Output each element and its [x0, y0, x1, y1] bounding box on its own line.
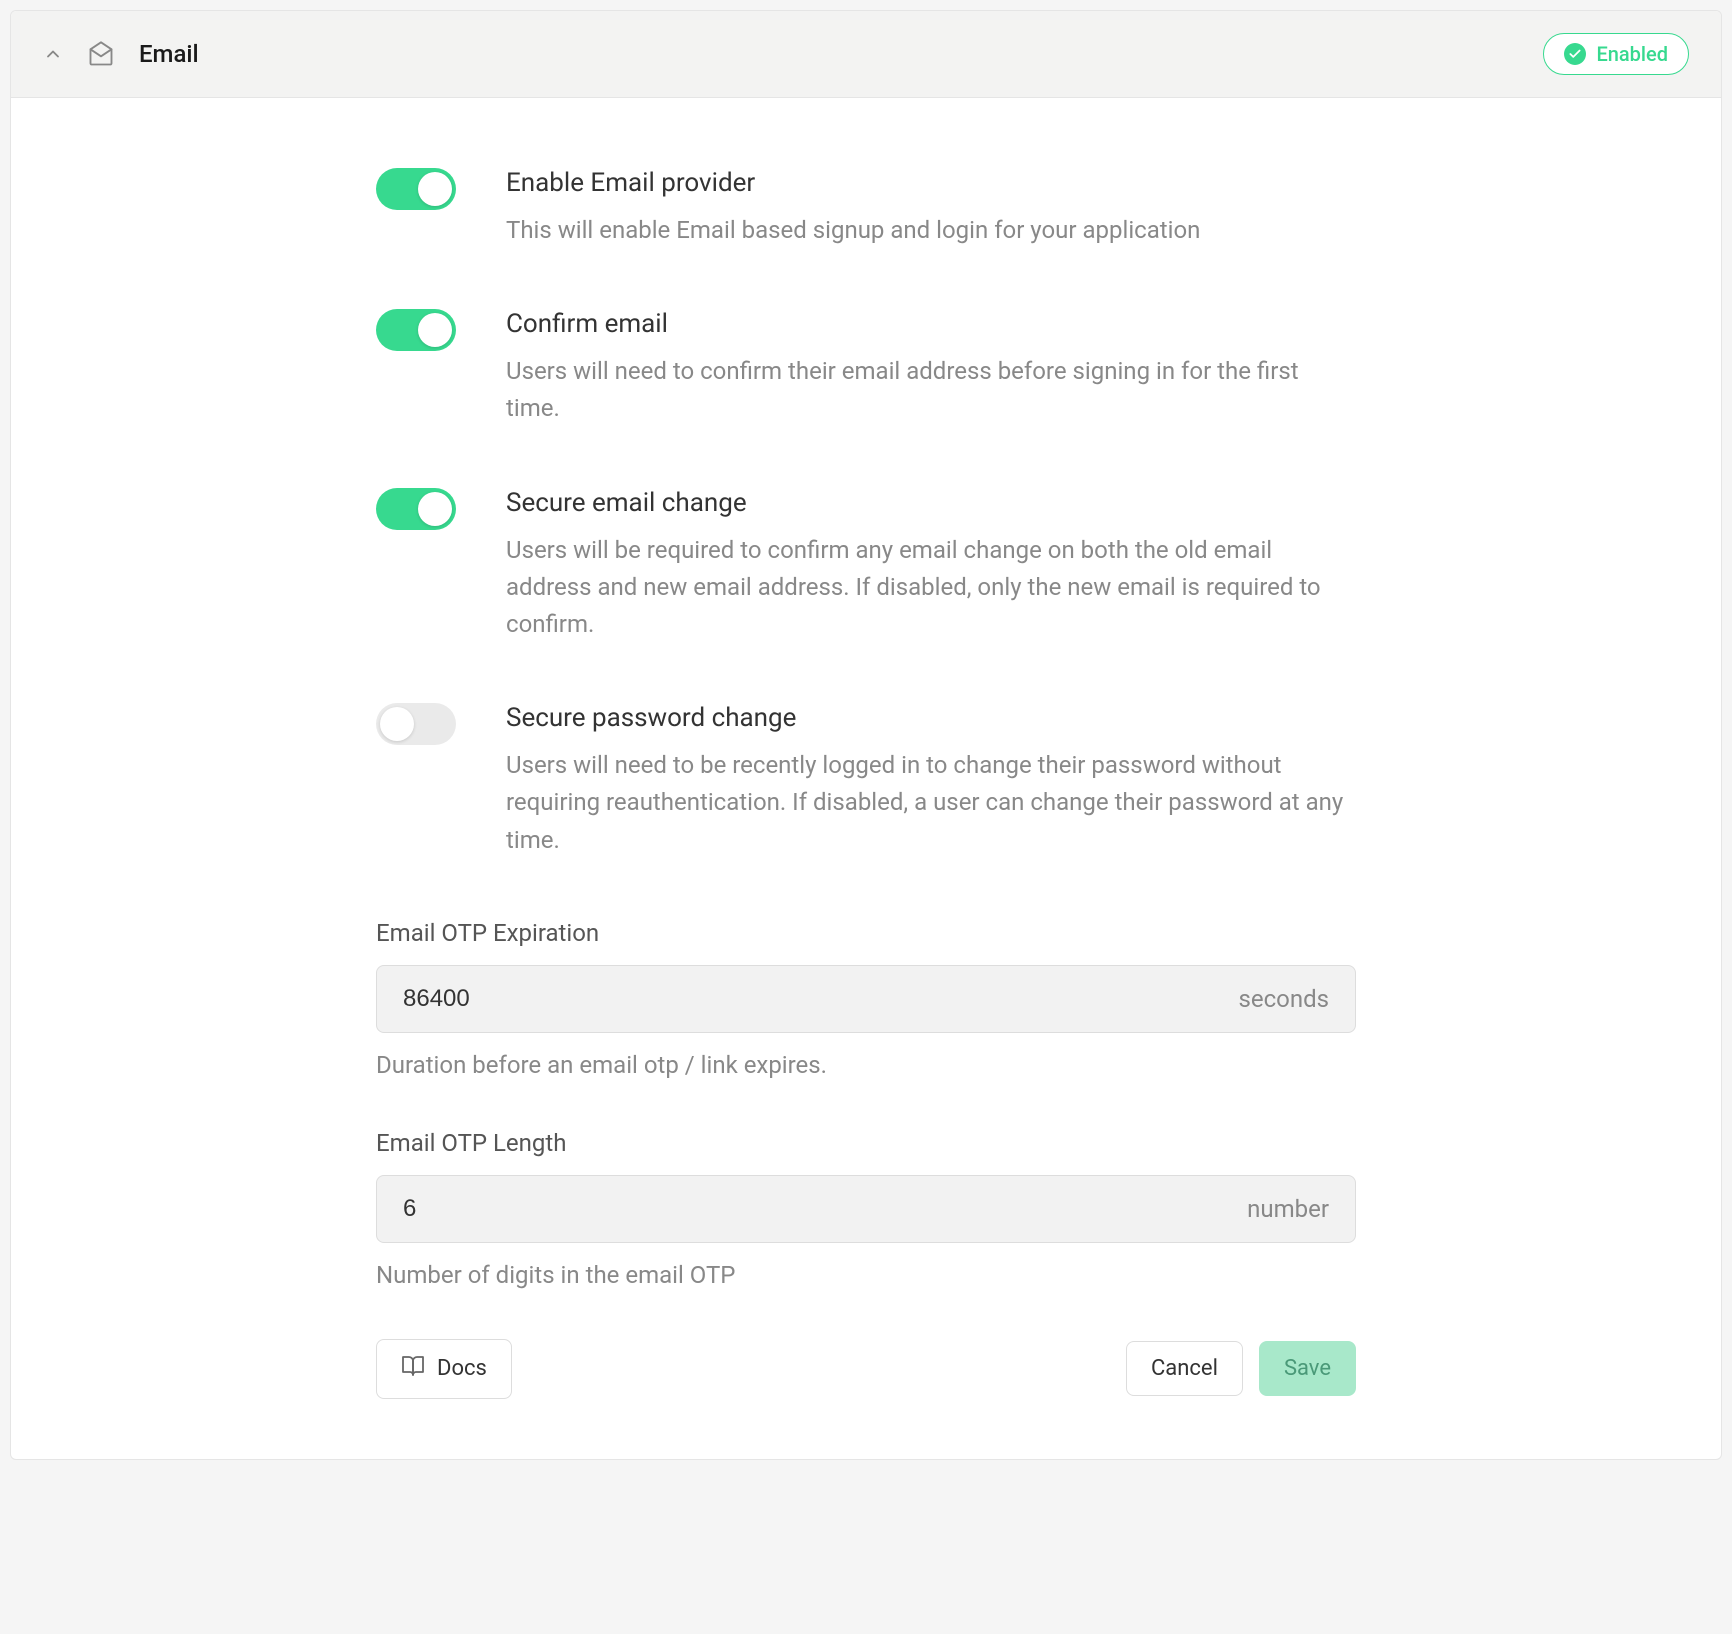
- panel-title: Email: [139, 40, 199, 68]
- setting-title: Enable Email provider: [506, 168, 1356, 198]
- status-badge: Enabled: [1543, 33, 1689, 75]
- email-settings-panel: Email Enabled Enable Email provider This…: [10, 10, 1722, 1460]
- toggle-enable-email-provider[interactable]: [376, 168, 456, 210]
- setting-secure-password-change: Secure password change Users will need t…: [376, 703, 1356, 859]
- field-label: Email OTP Expiration: [376, 919, 1356, 947]
- field-otp-expiration: Email OTP Expiration seconds Duration be…: [376, 919, 1356, 1079]
- setting-description: Users will be required to confirm any em…: [506, 532, 1356, 644]
- header-left: Email: [43, 40, 199, 68]
- setting-description: Users will need to be recently logged in…: [506, 747, 1356, 859]
- field-label: Email OTP Length: [376, 1129, 1356, 1157]
- save-button[interactable]: Save: [1259, 1341, 1356, 1396]
- setting-description: This will enable Email based signup and …: [506, 212, 1356, 249]
- setting-title: Secure password change: [506, 703, 1356, 733]
- status-label: Enabled: [1596, 42, 1668, 66]
- field-helper: Number of digits in the email OTP: [376, 1261, 1356, 1289]
- docs-button[interactable]: Docs: [376, 1339, 512, 1399]
- input-suffix: number: [1247, 1195, 1329, 1223]
- toggle-confirm-email[interactable]: [376, 309, 456, 351]
- field-helper: Duration before an email otp / link expi…: [376, 1051, 1356, 1079]
- setting-description: Users will need to confirm their email a…: [506, 353, 1356, 427]
- input-wrapper: number: [376, 1175, 1356, 1243]
- cancel-button[interactable]: Cancel: [1126, 1341, 1243, 1396]
- toggle-secure-password-change[interactable]: [376, 703, 456, 745]
- field-otp-length: Email OTP Length number Number of digits…: [376, 1129, 1356, 1289]
- setting-title: Secure email change: [506, 488, 1356, 518]
- footer-right: Cancel Save: [1126, 1341, 1356, 1396]
- book-icon: [401, 1354, 425, 1384]
- footer-row: Docs Cancel Save: [376, 1339, 1356, 1399]
- otp-length-input[interactable]: [403, 1176, 1247, 1242]
- otp-expiration-input[interactable]: [403, 966, 1238, 1032]
- content: Enable Email provider This will enable E…: [356, 168, 1376, 1399]
- panel-header: Email Enabled: [11, 11, 1721, 98]
- setting-title: Confirm email: [506, 309, 1356, 339]
- chevron-up-icon[interactable]: [43, 44, 63, 64]
- input-wrapper: seconds: [376, 965, 1356, 1033]
- toggle-secure-email-change[interactable]: [376, 488, 456, 530]
- input-suffix: seconds: [1238, 985, 1329, 1013]
- setting-enable-email-provider: Enable Email provider This will enable E…: [376, 168, 1356, 249]
- check-icon: [1564, 43, 1586, 65]
- setting-confirm-email: Confirm email Users will need to confirm…: [376, 309, 1356, 427]
- email-icon: [87, 40, 115, 68]
- setting-secure-email-change: Secure email change Users will be requir…: [376, 488, 1356, 644]
- docs-label: Docs: [437, 1356, 487, 1381]
- panel-body: Enable Email provider This will enable E…: [11, 98, 1721, 1459]
